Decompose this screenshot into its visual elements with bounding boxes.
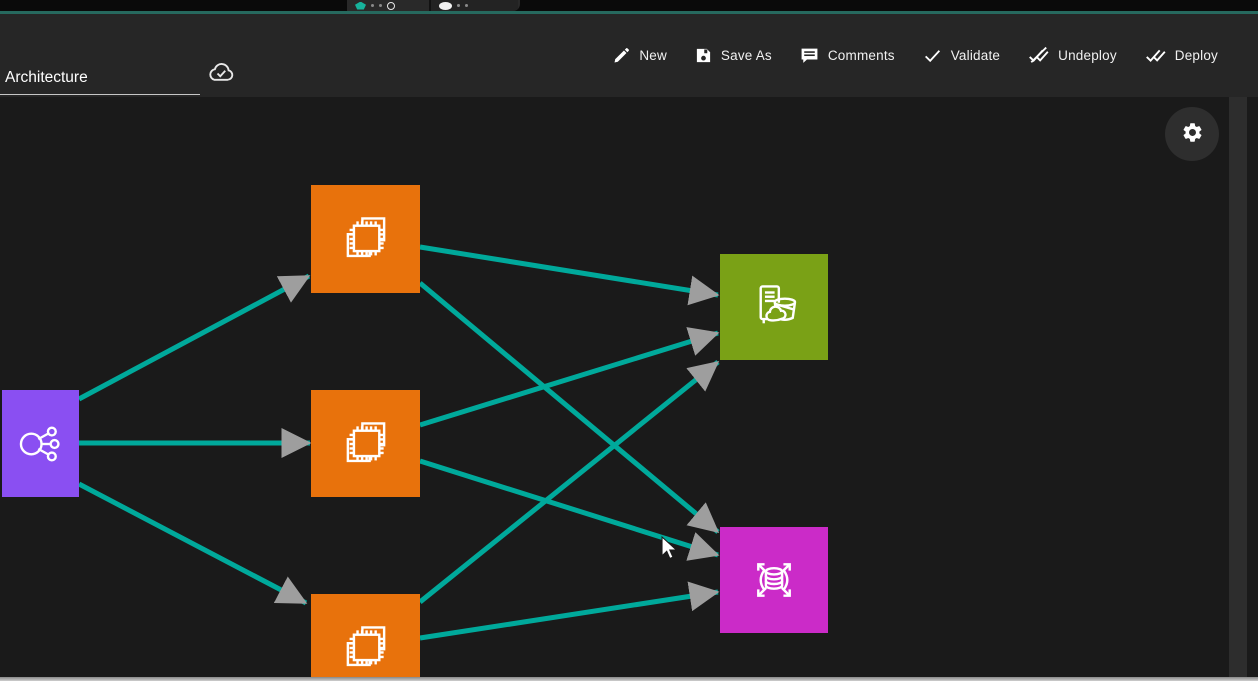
tab-dot <box>371 4 374 7</box>
load-balancer-node[interactable] <box>2 390 79 497</box>
new-button[interactable]: New <box>613 47 667 64</box>
floppy-icon <box>695 47 712 64</box>
database-scale-icon <box>745 551 803 609</box>
save-as-button[interactable]: Save As <box>695 47 772 64</box>
edge-load-balancer-to-instance-3[interactable] <box>79 484 306 603</box>
instance-3-node[interactable] <box>311 594 420 681</box>
tab-dot <box>457 4 460 7</box>
storage-server-bucket-icon <box>745 278 803 336</box>
teal-app-icon <box>355 2 366 10</box>
toolbar-button-label: New <box>639 48 667 63</box>
edge-instance-3-to-database[interactable] <box>420 592 718 638</box>
deploy-button[interactable]: Deploy <box>1145 45 1218 66</box>
undeploy-button[interactable]: Undeploy <box>1028 45 1117 66</box>
diagram-canvas[interactable] <box>0 97 1258 681</box>
toolbar-button-label: Comments <box>828 48 895 63</box>
gear-icon <box>1181 121 1204 147</box>
ec2-instance-icon <box>337 619 395 677</box>
comments-button[interactable]: Comments <box>800 46 895 65</box>
edge-instance-1-to-database[interactable] <box>420 283 718 532</box>
instance-2-node[interactable] <box>311 390 420 497</box>
toolbar-button-label: Deploy <box>1175 48 1218 63</box>
tab-dot <box>465 4 468 7</box>
toolbar-buttons: New Save As Comments Validate Undeploy D… <box>613 14 1218 97</box>
vertical-scrollbar[interactable] <box>1229 97 1247 678</box>
check-icon <box>923 46 942 65</box>
edge-instance-1-to-storage[interactable] <box>420 247 718 295</box>
user-avatar-icon <box>387 2 395 10</box>
cloud-done-icon <box>206 58 236 93</box>
comments-icon <box>800 46 819 65</box>
canvas-settings-button[interactable] <box>1165 107 1219 161</box>
accent-divider <box>0 11 1258 14</box>
ec2-instance-icon <box>337 415 395 473</box>
browser-tabs <box>347 0 520 11</box>
edge-instance-2-to-database[interactable] <box>420 461 718 555</box>
edges-layer <box>0 97 1258 681</box>
toolbar-button-label: Save As <box>721 48 772 63</box>
edge-instance-2-to-storage[interactable] <box>420 333 718 425</box>
horizontal-scrollbar[interactable] <box>0 677 1258 681</box>
edge-load-balancer-to-instance-1[interactable] <box>79 276 309 399</box>
toolbar-button-label: Undeploy <box>1058 48 1117 63</box>
load-balancer-icon <box>15 418 67 470</box>
editor-toolbar: New Save As Comments Validate Undeploy D… <box>0 14 1258 97</box>
browser-tab-2[interactable] <box>429 0 518 11</box>
database-node[interactable] <box>720 527 828 633</box>
ec2-instance-icon <box>337 210 395 268</box>
browser-tab-strip <box>0 0 1258 11</box>
diagram-title-input[interactable] <box>0 65 200 95</box>
validate-button[interactable]: Validate <box>923 46 1000 65</box>
edge-instance-3-to-storage[interactable] <box>420 362 718 602</box>
architecture-editor-window: New Save As Comments Validate Undeploy D… <box>0 0 1258 681</box>
double-check-icon <box>1145 45 1166 66</box>
pencil-icon <box>613 47 630 64</box>
user-avatar-icon <box>439 2 452 10</box>
browser-tab-1[interactable] <box>347 0 429 11</box>
storage-node[interactable] <box>720 254 828 360</box>
instance-1-node[interactable] <box>311 185 420 293</box>
double-check-crossed-icon <box>1028 45 1049 66</box>
tab-dot <box>379 4 382 7</box>
toolbar-button-label: Validate <box>951 48 1000 63</box>
